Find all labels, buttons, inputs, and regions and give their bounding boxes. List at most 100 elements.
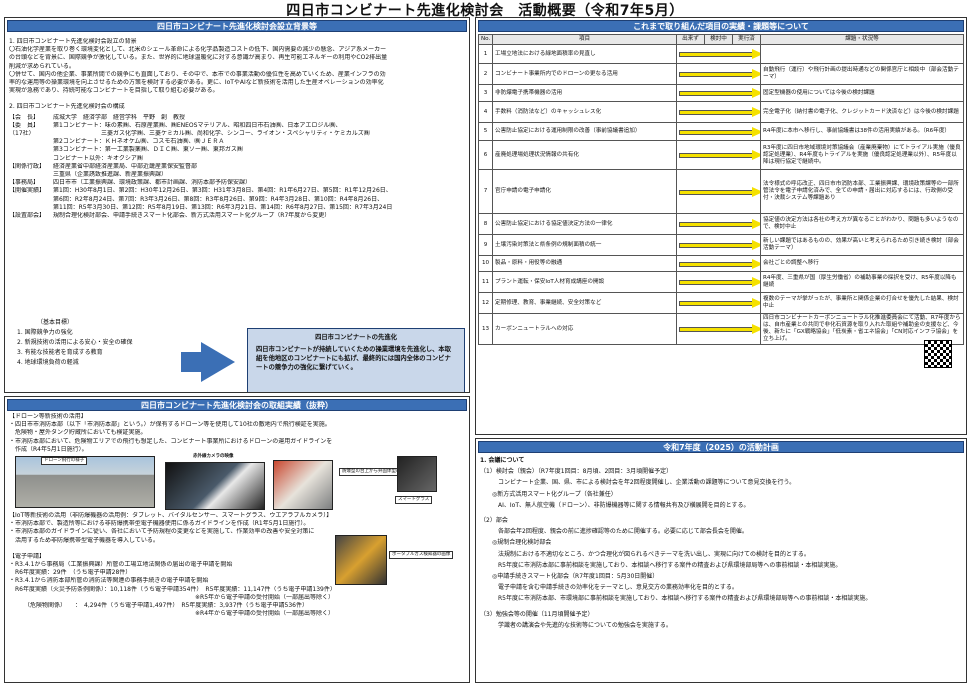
- done-arrow-icon: [679, 107, 760, 117]
- background-header: 四日市コンビナート先進化検討会設立背景等: [7, 20, 467, 32]
- row-note: R4年度に本市へ移行し、事前協議書は38件の活用実績がある。（R6年度）: [760, 122, 964, 141]
- member-value: 四日市市（工業振興課、環境政策課、都市計画課、消防本部予防保安課）: [53, 179, 252, 187]
- status-cell: [676, 63, 761, 85]
- member-value: 第11回：R5年3月30日、第12回：R5年8月19日、第13回：R6年3月21…: [53, 203, 393, 211]
- col-header: 課題・状況等: [760, 34, 964, 45]
- goal-box-title: 四日市コンビナートの先進化: [315, 334, 397, 341]
- table-row: 12 定期修理、教育、事業継続、安全対策など 複数のテーマが挙がったが、事業所と関係…: [478, 292, 964, 314]
- table-row: 10 製品・原料・用役等の融通 会社ごとの調整へ移行: [478, 255, 964, 272]
- drone-line: 作成（R4年5月1日施行）。: [9, 445, 88, 453]
- qr-code: [924, 340, 952, 368]
- table-row: 5 公害防止協定における運用制限の改善（事前協議書追加） R4年度に本市へ移行し、事…: [478, 122, 964, 141]
- member-key: [9, 146, 53, 154]
- table-row: 1 工場立地法における緑地面積率の見直し: [478, 44, 964, 64]
- table-row: 13 カーボンニュートラルへの対応 四日市コンビナートカーボンニュートラル化推進委員…: [478, 313, 964, 345]
- photo-label: 赤外線カメラの映像: [191, 454, 236, 461]
- member-value: 第6回：R2年8月24日、第7回：R3年3月26日、第8回：R3年8月26日、第…: [53, 195, 384, 203]
- e-line: ※R5年から電子申請の受付開始（一部届出等除く）: [9, 593, 335, 601]
- drone-line: ・四日市市消防本部（以下「市消防本部」という。）が保有するドローン等を使用して1…: [9, 421, 331, 429]
- plan-line: 学識者の講演会や先進的な技術等についての勉強会を実施する。: [480, 621, 672, 629]
- col-header: 出来ず: [676, 34, 705, 45]
- right-arrow-head-icon: [201, 342, 235, 382]
- member-key: [9, 138, 53, 146]
- row-note: 協定値の決定方法は各社の考え方が異なることがわかり、問題も多いようなので、検討中…: [760, 213, 964, 235]
- worker-photo: [273, 460, 333, 511]
- done-arrow-icon: [679, 126, 760, 137]
- right-arrow-icon: [181, 352, 203, 372]
- member-key: [9, 155, 53, 163]
- member-value: 三重県（企業誘致推進課、新産業振興課）: [53, 171, 168, 179]
- member-value: 成城大学 経済学部 経営学科 平野 創 教授: [53, 113, 186, 121]
- member-row: 第3コンビナート：第一工業製薬㈱、ＤＩＣ㈱、東ソー㈱、東邦ガス㈱: [9, 146, 465, 154]
- done-arrow-icon: [679, 258, 760, 269]
- efforts-header: 四日市コンビナート先進化検討会の取組実績（抜粋）: [7, 399, 467, 411]
- background-panel: 四日市コンビナート先進化検討会設立背景等 1. 四日市コンビナート先進化検討会設…: [4, 17, 470, 393]
- row-number: 10: [478, 255, 493, 272]
- photo-label: ドローン飛行の様子: [41, 457, 88, 466]
- row-note: R3年度に四日市地域環境対策協議会（産業廃棄物）にてトライアル実施（優良認定処理…: [760, 140, 964, 170]
- status-cell: [676, 44, 761, 64]
- row-item: 定期修理、教育、事業継続、安全対策など: [492, 292, 677, 314]
- col-header: No.: [478, 34, 493, 45]
- plan-line: 法規制における不適切なところ、かつ合理化が図られるべきテーマを洗い出し、実現に向…: [480, 550, 810, 558]
- plan-line: （1）検討会（親会）（R7年度1回目：8月頃、2回目：3月頃開催予定）: [480, 468, 673, 476]
- sec1-title: 1. 四日市コンビナート先進化検討会設立の背景: [9, 38, 137, 45]
- infrared-photo: [165, 462, 265, 511]
- table-row: 11 プラント運転・保安IoT人材育成講座の開設 R4年度、三重県が国（厚生労働省）…: [478, 271, 964, 293]
- results-panel: これまで取り組んだ項目の実績・課題等について No. 項目 出来ず 検討中 実行…: [475, 17, 967, 435]
- row-item: 土壌汚染対策法と県条例の規制面積の統一: [492, 234, 677, 256]
- member-value: 第1コンビナート：味の素㈱、石原産業㈱、㈱ENEOSマテリアル、昭和四日市石油㈱…: [53, 121, 342, 129]
- e-line: ※R4年から電子申請の受付開始（一部届出等除く）: [9, 610, 335, 618]
- col-header: 項目: [492, 34, 677, 45]
- done-arrow-icon: [679, 324, 760, 334]
- plan-line: R5年度に市消防本部、市環境部に事前相談を実施しており、本相談へ移行する案件の精…: [480, 595, 872, 603]
- plan-line: 各部会年2回程度、親会の前に進捗確認等のために開催する。必要に応じて部会長会を開…: [480, 528, 748, 536]
- status-cell: [676, 292, 761, 314]
- member-row: 第2コンビナート：ＫＨネオケム㈱、コスモ石油㈱、㈱ＪＥＲＡ: [9, 138, 465, 146]
- plan-line: ◎規制合理化検討部会: [480, 539, 552, 547]
- member-key: 【事務局】: [9, 179, 40, 187]
- member-row: 三重県（企業誘致推進課、新産業振興課）: [9, 171, 465, 179]
- row-number: 6: [478, 140, 493, 170]
- done-arrow-icon: [679, 298, 760, 308]
- iot-line: 活用するため非防爆携帯型電子機器を導入している。: [9, 536, 159, 544]
- member-row: 第6回：R2年8月24日、第7回：R3年3月26日、第8回：R3年8月26日、第…: [9, 196, 465, 204]
- row-note: 完全電子化（納付書の電子化、クレジットカード決済など）は今後の検討課題: [760, 101, 964, 123]
- row-item: 製品・原料・用役等の融通: [492, 255, 677, 272]
- plan-line: R5年度に市消防本部に事前相談を実施しており、本相談へ移行する案件の精査および県…: [480, 561, 842, 569]
- plan-panel: 令和7年度（2025）の活動計画 1. 会議について （1）検討会（親会）（R7年…: [475, 438, 967, 683]
- row-number: 12: [478, 292, 493, 314]
- results-header: これまで取り組んだ項目の実績・課題等について: [478, 20, 964, 32]
- member-key: [9, 171, 53, 179]
- member-value: 第2コンビナート：ＫＨネオケム㈱、コスモ石油㈱、㈱ＪＥＲＡ: [53, 138, 225, 146]
- sec2-title: 2. 四日市コンビナート先進化検討会の構成: [9, 103, 125, 111]
- row-number: 11: [478, 271, 493, 293]
- basic-goal: 4. 地球環境負荷の軽減: [17, 359, 79, 366]
- member-key: [9, 196, 53, 204]
- sec1-line: の台頭などを背景に、国際競争が激化している。また、世界的に地球温暖化に対する意識…: [9, 54, 388, 62]
- table-row: 9 土壌汚染対策法と県条例の規制面積の統一 新しい課題ではあるものの、効果が高いと考…: [478, 234, 964, 256]
- goal-box: 四日市コンビナートの先進化 四日市コンビナートが持続していくための操業環境を先進…: [247, 328, 465, 392]
- sec1-line: 〇石油化学産業を取り巻く環境変化として、北米のシェール革命による化学品製造コスト…: [9, 46, 387, 54]
- member-value: コンビナート以外：キオクシア㈱: [53, 154, 143, 162]
- row-note: [760, 44, 964, 64]
- basic-goal-title: （基本目標）: [37, 319, 74, 326]
- row-number: 1: [478, 44, 493, 64]
- sec1-line: 実現が急務であり、持続可能なコンビナートを目指して取り組む必要がある。: [9, 87, 219, 95]
- gas-detector-photo: [335, 534, 387, 585]
- iot-title: 【IoT等新技術の活用（非防爆機器の活用例：タブレット、バイタルセンサー、スマー…: [9, 512, 333, 520]
- table-row: 8 公害防止協定における協定値決定方法の一律化 協定値の決定方法は各社の考え方が異な…: [478, 213, 964, 235]
- iot-line: ・市消防本部で、製造所等における非防爆携帯型電子機器使用に係るガイドラインを作成…: [9, 520, 310, 528]
- status-cell: [676, 140, 761, 170]
- member-key: 【設置部会】: [9, 212, 46, 220]
- member-key: 【開催実績】: [9, 187, 46, 195]
- row-item: 工場立地法における緑地面積率の見直し: [492, 44, 677, 64]
- basic-goal: 2. 新規技術の活用による安心・安全の確保: [17, 339, 133, 346]
- status-cell: [676, 255, 761, 272]
- table-row: 4 手数料（消防法など）のキャッシュレス化 完全電子化（納付書の電子化、クレジットカ…: [478, 101, 964, 123]
- member-row: 第11回：R5年3月30日、第12回：R5年8月19日、第13回：R6年3月21…: [9, 204, 465, 212]
- plan-line: ◎申請手続きスマート化部会（R7年度1回目：5月30日開催）: [480, 573, 659, 581]
- member-key: （17社）: [9, 130, 35, 138]
- row-item: 産廃処理場処理状況情報の共有化: [492, 140, 677, 170]
- member-row: 【事務局】 四日市市（工業振興課、環境政策課、都市計画課、消防本部予防保安課）: [9, 179, 465, 187]
